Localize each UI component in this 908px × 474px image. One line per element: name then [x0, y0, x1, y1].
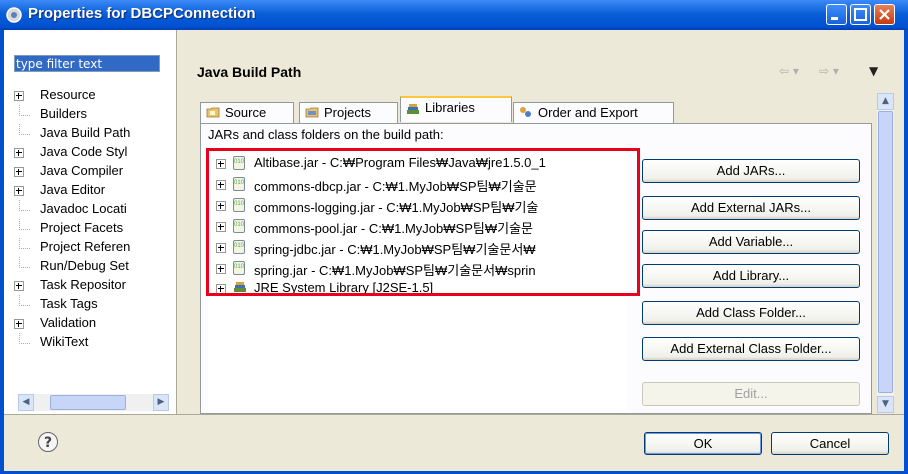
tree-connector: [19, 257, 30, 268]
build-path-hint: JARs and class folders on the build path…: [208, 127, 444, 142]
tab-libraries[interactable]: Libraries: [400, 96, 512, 122]
tree-item-label: Project Facets: [40, 220, 124, 235]
cancel-button[interactable]: Cancel: [771, 432, 889, 455]
tab-label: Libraries: [425, 100, 475, 115]
scroll-thumb[interactable]: [50, 395, 126, 410]
edit-button[interactable]: Edit...: [642, 382, 860, 406]
add-variable-button[interactable]: Add Variable...: [642, 230, 860, 254]
dialog-footer: [4, 414, 904, 471]
expand-icon[interactable]: [14, 281, 24, 291]
filter-input[interactable]: [15, 56, 159, 71]
page-title: Java Build Path: [197, 64, 302, 80]
tab-projects[interactable]: Projects: [299, 102, 398, 123]
tree-item-label: Task Tags: [40, 296, 98, 311]
tree-item-label: Task Repositor: [40, 277, 126, 292]
tab-label: Projects: [324, 105, 371, 120]
tree-item-label: Java Compiler: [40, 163, 124, 178]
forward-icon[interactable]: ⇨ ▾: [819, 64, 839, 78]
tree-item-label: Javadoc Locati: [40, 201, 127, 216]
maximize-button[interactable]: [850, 4, 871, 25]
tree-item-label: Builders: [40, 106, 87, 121]
scroll-up-icon[interactable]: ▲: [877, 93, 894, 110]
tab-label: Source: [225, 105, 267, 120]
minimize-button[interactable]: [826, 4, 847, 25]
tree-connector: [19, 333, 30, 344]
tree-item-label: Java Build Path: [40, 125, 131, 140]
scroll-down-icon[interactable]: ▼: [877, 396, 894, 413]
close-button[interactable]: [874, 4, 895, 25]
tree-item-label: Validation: [40, 315, 97, 330]
tab-source[interactable]: Source: [200, 102, 294, 123]
tree-connector: [19, 200, 30, 211]
scroll-left-icon[interactable]: ◀: [18, 394, 34, 411]
expand-icon[interactable]: [14, 319, 24, 329]
expand-icon[interactable]: [14, 186, 24, 196]
properties-icon: [6, 7, 22, 23]
libraries-icon: [407, 104, 419, 114]
ok-button[interactable]: OK: [644, 432, 762, 455]
tree-connector: [19, 124, 30, 135]
highlight-box: [206, 148, 640, 296]
expand-icon[interactable]: [14, 91, 24, 101]
tree-item-label: Java Editor: [40, 182, 106, 197]
tab-order-and-export[interactable]: Order and Export: [513, 102, 674, 123]
expand-icon[interactable]: [14, 167, 24, 177]
view-menu-icon[interactable]: ▼: [869, 64, 878, 78]
back-icon[interactable]: ⇦ ▾: [779, 64, 799, 78]
order-export-icon: [520, 107, 531, 117]
tree-item-label: WikiText: [40, 334, 89, 349]
minimize-icon: [831, 17, 838, 20]
maximize-icon: [854, 8, 867, 21]
title-bar: Properties for DBCPConnection: [0, 0, 908, 30]
horizontal-scrollbar[interactable]: ◀ ▶: [18, 394, 169, 411]
add-library-button[interactable]: Add Library...: [642, 264, 860, 288]
tree-connector: [19, 295, 30, 306]
tree-item-label: Resource: [40, 87, 96, 102]
tree-connector: [19, 219, 30, 230]
projects-folder-icon: [305, 107, 319, 118]
window-title: Properties for DBCPConnection: [28, 5, 256, 22]
tree-connector: [19, 238, 30, 249]
vertical-scrollbar[interactable]: ▲ ▼: [877, 93, 894, 413]
expand-icon[interactable]: [14, 148, 24, 158]
source-folder-icon: [206, 107, 220, 118]
tree-item-label: Java Code Styl: [40, 144, 128, 159]
tree-item-label: Run/Debug Set: [40, 258, 129, 273]
tree-connector: [19, 105, 30, 116]
scroll-right-icon[interactable]: ▶: [153, 394, 169, 411]
add-external-class-folder-button[interactable]: Add External Class Folder...: [642, 337, 860, 361]
add-jars-button[interactable]: Add JARs...: [642, 159, 860, 183]
scroll-thumb[interactable]: [878, 111, 893, 393]
filter-field[interactable]: [14, 55, 160, 72]
tab-label: Order and Export: [538, 105, 638, 120]
tree-item-label: Project Referen: [40, 239, 131, 254]
add-class-folder-button[interactable]: Add Class Folder...: [642, 301, 860, 325]
help-icon[interactable]: ?: [38, 432, 58, 452]
add-external-jars-button[interactable]: Add External JARs...: [642, 196, 860, 220]
close-icon: [879, 9, 890, 20]
